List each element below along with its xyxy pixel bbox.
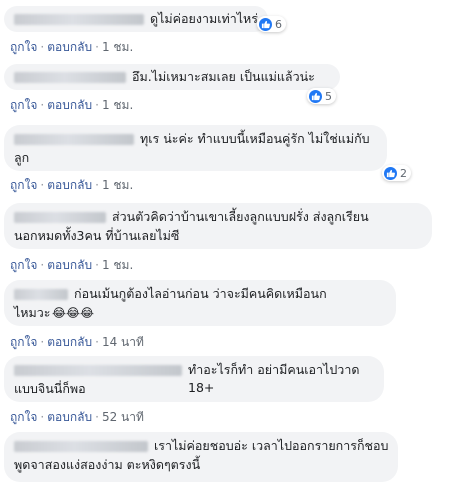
reply-link[interactable]: ตอบกลับ	[47, 178, 92, 192]
timestamp[interactable]: 1 ชม.	[102, 178, 133, 192]
commenter-name-blurred[interactable]	[14, 14, 144, 25]
comment-text-line2: ลูก	[14, 150, 30, 165]
reaction-number: 2	[400, 166, 407, 180]
commenter-name-blurred[interactable]	[14, 441, 148, 452]
like-link[interactable]: ถูกใจ	[10, 178, 37, 192]
comment-text-line1: ทุเร น่ะค่ะ ทำแบบนี้เหมือนคู่รัก ไม่ใช่แ…	[140, 131, 370, 146]
comment-text-line1: ก่อนเม้นกูต้องไลอ่านก่อน ว่าจะมีคนคิดเหม…	[74, 286, 327, 301]
timestamp[interactable]: 14 นาที	[102, 335, 144, 349]
like-reaction-icon	[259, 17, 272, 31]
like-link[interactable]: ถูกใจ	[10, 98, 37, 112]
like-link[interactable]: ถูกใจ	[10, 258, 37, 272]
like-link[interactable]: ถูกใจ	[10, 410, 37, 424]
timestamp[interactable]: 1 ชม.	[102, 98, 133, 112]
comment-bubble: ทำอะไรก็ทำ อย่ามีคนเอาไปวาด 18+ แบบจินนี…	[4, 356, 384, 402]
comment-bubble: ทุเร น่ะค่ะ ทำแบบนี้เหมือนคู่รัก ไม่ใช่แ…	[4, 125, 387, 171]
comment-actions: ถูกใจ · ตอบกลับ · 1 ชม.	[10, 40, 134, 54]
reaction-count[interactable]: 6	[257, 16, 286, 32]
comment-actions: ถูกใจ · ตอบกลับ · 52 นาที	[10, 410, 144, 424]
reply-link[interactable]: ตอบกลับ	[47, 258, 92, 272]
comment-actions: ถูกใจ · ตอบกลับ · 14 นาที	[10, 335, 144, 349]
comment-text-line1: เราไม่ค่อยชอบอ่ะ เวลาไปออกรายการก็ชอบ	[154, 438, 389, 453]
timestamp[interactable]: 1 ชม.	[102, 40, 133, 54]
commenter-name-blurred[interactable]	[14, 365, 182, 376]
like-reaction-icon	[309, 89, 322, 103]
comment-text-line2: พูดจาสองแง่สองง่าม ตะหงิดๆตรงนี้	[14, 457, 201, 472]
commenter-name-blurred[interactable]	[14, 72, 126, 83]
reaction-count[interactable]: 2	[382, 165, 411, 181]
comment-actions: ถูกใจ · ตอบกลับ · 1 ชม.	[10, 98, 134, 112]
comment-bubble: ส่วนตัวคิดว่าบ้านเขาเลี้ยงลูกแบบฝรั่ง ส่…	[4, 203, 432, 249]
reaction-number: 6	[275, 17, 282, 31]
comment-text-line2: แบบจินนี่ก็พอ	[14, 381, 86, 396]
comment-text-line1: ทำอะไรก็ทำ อย่ามีคนเอาไปวาด 18+	[188, 362, 360, 395]
comment-bubble: ก่อนเม้นกูต้องไลอ่านก่อน ว่าจะมีคนคิดเหม…	[4, 280, 396, 326]
reply-link[interactable]: ตอบกลับ	[47, 335, 92, 349]
comment-actions: ถูกใจ · ตอบกลับ · 1 ชม.	[10, 178, 134, 192]
laughing-emoji-icons: 😂😂😂	[52, 306, 95, 320]
comment-text: ดูไม่ค่อยงามเท่าไหร่	[150, 11, 258, 26]
reply-link[interactable]: ตอบกลับ	[47, 40, 92, 54]
comment-actions: ถูกใจ · ตอบกลับ · 1 ชม.	[10, 258, 134, 272]
comment-text-line2: ไหมวะ	[14, 305, 51, 320]
comment-bubble: อึม.ไม่เหมาะสมเลย เป็นแม่แล้วน่ะ	[4, 64, 340, 90]
commenter-name-blurred[interactable]	[14, 289, 68, 300]
like-link[interactable]: ถูกใจ	[10, 40, 37, 54]
comment-text-line1: ส่วนตัวคิดว่าบ้านเขาเลี้ยงลูกแบบฝรั่ง ส่…	[112, 209, 369, 224]
reaction-number: 5	[325, 89, 332, 103]
timestamp[interactable]: 1 ชม.	[102, 258, 133, 272]
reaction-count[interactable]: 5	[307, 88, 336, 104]
timestamp[interactable]: 52 นาที	[102, 410, 144, 424]
reply-link[interactable]: ตอบกลับ	[47, 98, 92, 112]
commenter-name-blurred[interactable]	[14, 212, 106, 223]
comment-text-line2: นอกหมดทั้ง3คน ที่บ้านเลยไม่ซี	[14, 228, 180, 243]
comment-bubble: ดูไม่ค่อยงามเท่าไหร่	[4, 6, 268, 32]
comment-text: อึม.ไม่เหมาะสมเลย เป็นแม่แล้วน่ะ	[132, 69, 315, 84]
like-link[interactable]: ถูกใจ	[10, 335, 37, 349]
like-reaction-icon	[384, 166, 397, 180]
comment-bubble: เราไม่ค่อยชอบอ่ะ เวลาไปออกรายการก็ชอบ พู…	[4, 432, 398, 482]
commenter-name-blurred[interactable]	[14, 134, 134, 145]
reply-link[interactable]: ตอบกลับ	[47, 410, 92, 424]
